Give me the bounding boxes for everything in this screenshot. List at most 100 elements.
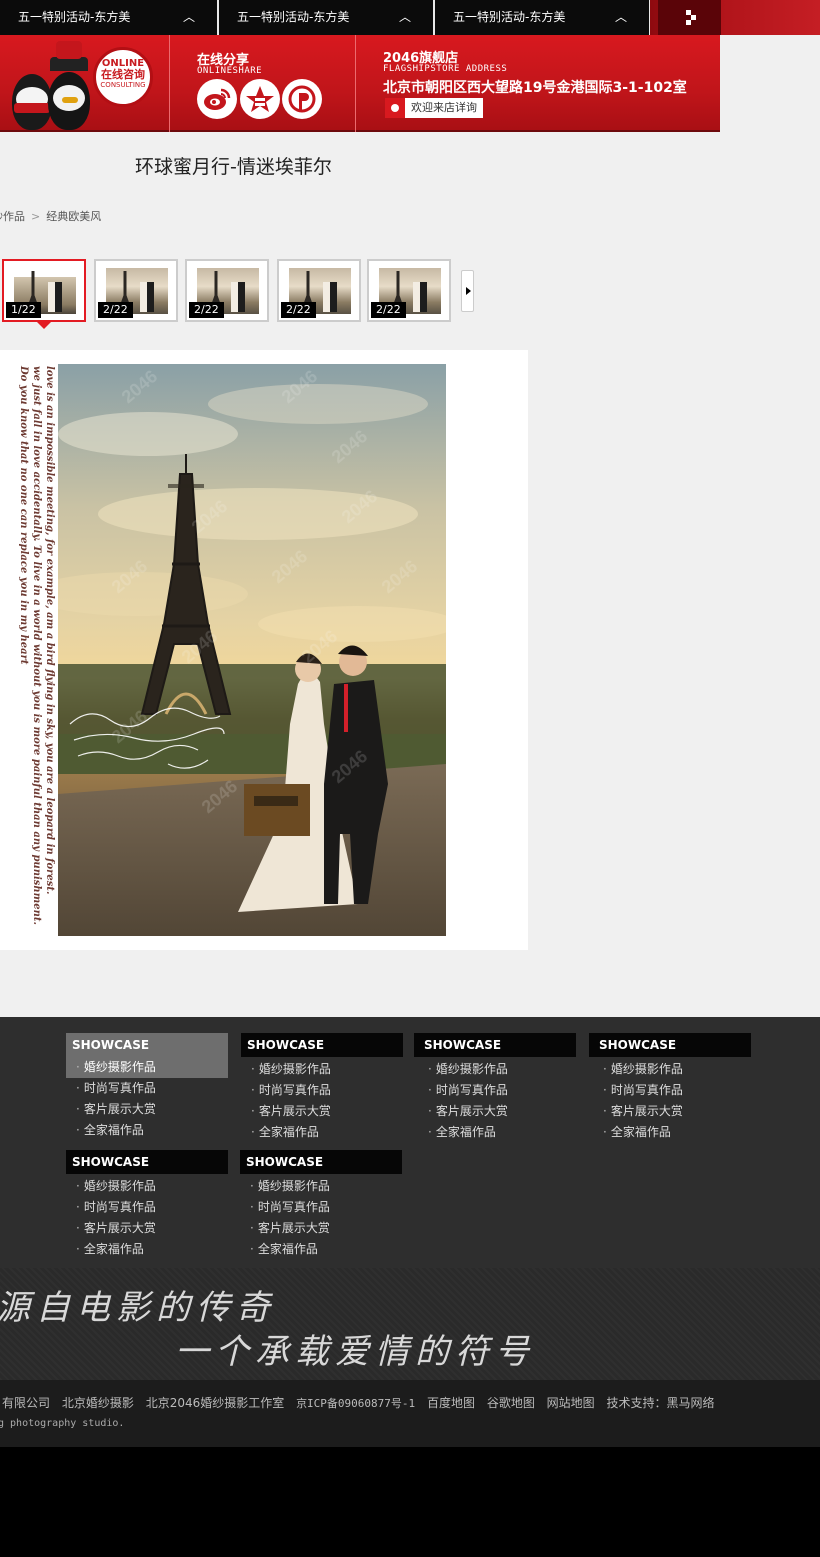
column-heading[interactable]: SHOWCASE <box>241 1033 403 1057</box>
footer-text-link[interactable]: 北京2046婚纱摄影工作室 <box>146 1396 285 1410</box>
visit-label: 欢迎来店详询 <box>411 101 477 114</box>
chevron-up-icon: ︿ <box>182 10 195 24</box>
footer-link[interactable]: 婚纱摄影作品 <box>66 1176 228 1197</box>
footer-link[interactable]: 婚纱摄影作品 <box>241 1059 403 1080</box>
tab-label: 五一特别活动-东方美 <box>18 10 131 24</box>
photo-illustration: 2046 2046 2046 2046 2046 2046 2046 2046 … <box>58 364 446 936</box>
chevron-up-icon: ︿ <box>614 10 627 24</box>
quote-line: love is an impossible meeting, for examp… <box>44 366 55 895</box>
footer-link[interactable]: 客片展示大赏 <box>589 1101 751 1122</box>
breadcrumb-item[interactable]: 经典欧美风 <box>46 210 101 223</box>
footer-column: SHOWCASE 婚纱摄影作品 时尚写真作品 客片展示大赏 全家福作品 <box>66 1150 228 1260</box>
photo-quote: love is an impossible meeting, for examp… <box>18 366 58 925</box>
gallery-thumb[interactable]: 2/22 <box>185 259 269 322</box>
copyright-english: g photography studio. <box>0 1418 125 1429</box>
footer-link[interactable]: 婚纱摄影作品 <box>240 1176 402 1197</box>
tab-expand-bg <box>658 0 721 35</box>
footer-link[interactable]: 时尚写真作品 <box>589 1080 751 1101</box>
thumb-counter: 1/22 <box>6 302 41 318</box>
footer-link[interactable]: 时尚写真作品 <box>241 1080 403 1101</box>
copyright-bar: 有限公司 北京婚纱摄影 北京2046婚纱摄影工作室 京ICP备09060877号… <box>0 1380 820 1447</box>
tab-promo-1[interactable]: 五一特别活动-东方美 ︿ <box>0 0 217 35</box>
column-heading[interactable]: SHOWCASE <box>240 1150 402 1174</box>
footer-link[interactable]: 全家福作品 <box>66 1239 228 1260</box>
pixel-icon <box>691 15 696 20</box>
footer-link[interactable]: 时尚写真作品 <box>66 1078 228 1099</box>
store-subtitle: FLAGSHIPSTORE ADDRESS <box>383 64 508 74</box>
quote-line: we just fall in love accidentally. To li… <box>31 366 42 925</box>
online-sub-label: CONSULTING <box>100 81 146 89</box>
thumb-counter: 2/22 <box>371 302 406 318</box>
active-indicator-icon <box>37 322 51 329</box>
column-heading[interactable]: SHOWCASE <box>589 1033 751 1057</box>
thumb-counter: 2/22 <box>98 302 133 318</box>
main-photo-card: love is an impossible meeting, for examp… <box>0 350 528 950</box>
column-heading[interactable]: SHOWCASE <box>66 1033 228 1057</box>
footer-column: SHOWCASE 婚纱摄影作品 时尚写真作品 客片展示大赏 全家福作品 <box>240 1150 402 1260</box>
gallery-thumb[interactable]: 2/22 <box>367 259 451 322</box>
tab-label: 五一特别活动-东方美 <box>453 10 566 24</box>
store-address: 北京市朝阳区西大望路19号金港国际3-1-102室 <box>383 80 687 96</box>
online-cn-label: 在线咨询 <box>101 68 145 81</box>
column-heading[interactable]: SHOWCASE <box>66 1150 228 1174</box>
footer-link[interactable]: 时尚写真作品 <box>66 1197 228 1218</box>
sitemap-link[interactable]: 网站地图 <box>547 1396 595 1410</box>
weibo-icon[interactable] <box>197 79 237 119</box>
footer-column: SHOWCASE 婚纱摄影作品 时尚写真作品 客片展示大赏 全家福作品 <box>241 1033 403 1143</box>
footer-column: SHOWCASE 婚纱摄影作品 时尚写真作品 客片展示大赏 全家福作品 <box>66 1033 228 1141</box>
footer-link[interactable]: 全家福作品 <box>414 1122 576 1143</box>
divider <box>355 35 356 132</box>
footer-column: SHOWCASE 婚纱摄影作品 时尚写真作品 客片展示大赏 全家福作品 <box>414 1033 576 1143</box>
chevron-up-icon: ︿ <box>398 10 411 24</box>
chevron-right-icon: > <box>31 210 41 223</box>
pinterest-icon[interactable] <box>282 79 322 119</box>
slogan-line-1: 源自电影的传奇 <box>0 1288 276 1328</box>
visit-store-button[interactable]: 欢迎来店详询 <box>385 98 483 118</box>
google-map-link[interactable]: 谷歌地图 <box>487 1396 535 1410</box>
tab-expand-button[interactable] <box>650 0 820 35</box>
footer-link[interactable]: 客片展示大赏 <box>66 1099 228 1120</box>
footer-links: 有限公司 北京婚纱摄影 北京2046婚纱摄影工作室 京ICP备09060877号… <box>2 1394 723 1411</box>
footer-link[interactable]: 客片展示大赏 <box>241 1101 403 1122</box>
tech-support-link[interactable]: 技术支持：黑马网络 <box>607 1396 715 1410</box>
record-icon <box>385 98 405 118</box>
next-arrow-button[interactable] <box>461 270 474 312</box>
thumb-counter: 2/22 <box>189 302 224 318</box>
footer-link[interactable]: 婚纱摄影作品 <box>66 1057 228 1078</box>
icp-link[interactable]: 京ICP备09060877号-1 <box>296 1397 415 1410</box>
footer-link[interactable]: 客片展示大赏 <box>240 1218 402 1239</box>
contact-banner: ONLINE 在线咨询 CONSULTING 在线分享 ONLINESHARE … <box>0 35 720 132</box>
footer-link[interactable]: 婚纱摄影作品 <box>589 1059 751 1080</box>
tab-promo-3[interactable]: 五一特别活动-东方美 ︿ <box>435 0 649 35</box>
baidu-map-link[interactable]: 百度地图 <box>427 1396 475 1410</box>
gallery-thumb[interactable]: 2/22 <box>94 259 178 322</box>
online-consulting-button[interactable]: ONLINE 在线咨询 CONSULTING <box>93 47 153 107</box>
thumb-counter: 2/22 <box>281 302 316 318</box>
tab-label: 五一特别活动-东方美 <box>237 10 350 24</box>
gallery-thumb[interactable]: 1/22 <box>2 259 86 329</box>
breadcrumb: 纱作品 > 经典欧美风 <box>0 208 101 224</box>
footer-link[interactable]: 全家福作品 <box>240 1239 402 1260</box>
footer-text-link[interactable]: 北京婚纱摄影 <box>62 1396 134 1410</box>
share-subtitle: ONLINESHARE <box>197 66 263 76</box>
slogan-line-2: 一个承载爱情的符号 <box>175 1332 535 1372</box>
footer-link[interactable]: 婚纱摄影作品 <box>414 1059 576 1080</box>
page-title: 环球蜜月行-情迷埃菲尔 <box>135 156 332 178</box>
footer-link[interactable]: 客片展示大赏 <box>414 1101 576 1122</box>
tab-promo-2[interactable]: 五一特别活动-东方美 ︿ <box>219 0 433 35</box>
footer-link[interactable]: 全家福作品 <box>241 1122 403 1143</box>
quote-line: Do you know that no one can replace you … <box>18 366 29 665</box>
gallery-thumb[interactable]: 2/22 <box>277 259 361 322</box>
footer-link[interactable]: 时尚写真作品 <box>240 1197 402 1218</box>
footer-link[interactable]: 客片展示大赏 <box>66 1218 228 1239</box>
qzone-star-icon[interactable] <box>240 79 280 119</box>
column-heading[interactable]: SHOWCASE <box>414 1033 576 1057</box>
footer-link[interactable]: 时尚写真作品 <box>414 1080 576 1101</box>
divider <box>169 35 170 132</box>
main-photo[interactable]: 2046 2046 2046 2046 2046 2046 2046 2046 … <box>58 364 446 936</box>
footer-link[interactable]: 全家福作品 <box>589 1122 751 1143</box>
footer-link[interactable]: 全家福作品 <box>66 1120 228 1141</box>
breadcrumb-item[interactable]: 纱作品 <box>0 210 25 223</box>
company-text: 有限公司 <box>2 1396 51 1410</box>
footer: SHOWCASE 婚纱摄影作品 时尚写真作品 客片展示大赏 全家福作品 SHOW… <box>0 1017 820 1268</box>
